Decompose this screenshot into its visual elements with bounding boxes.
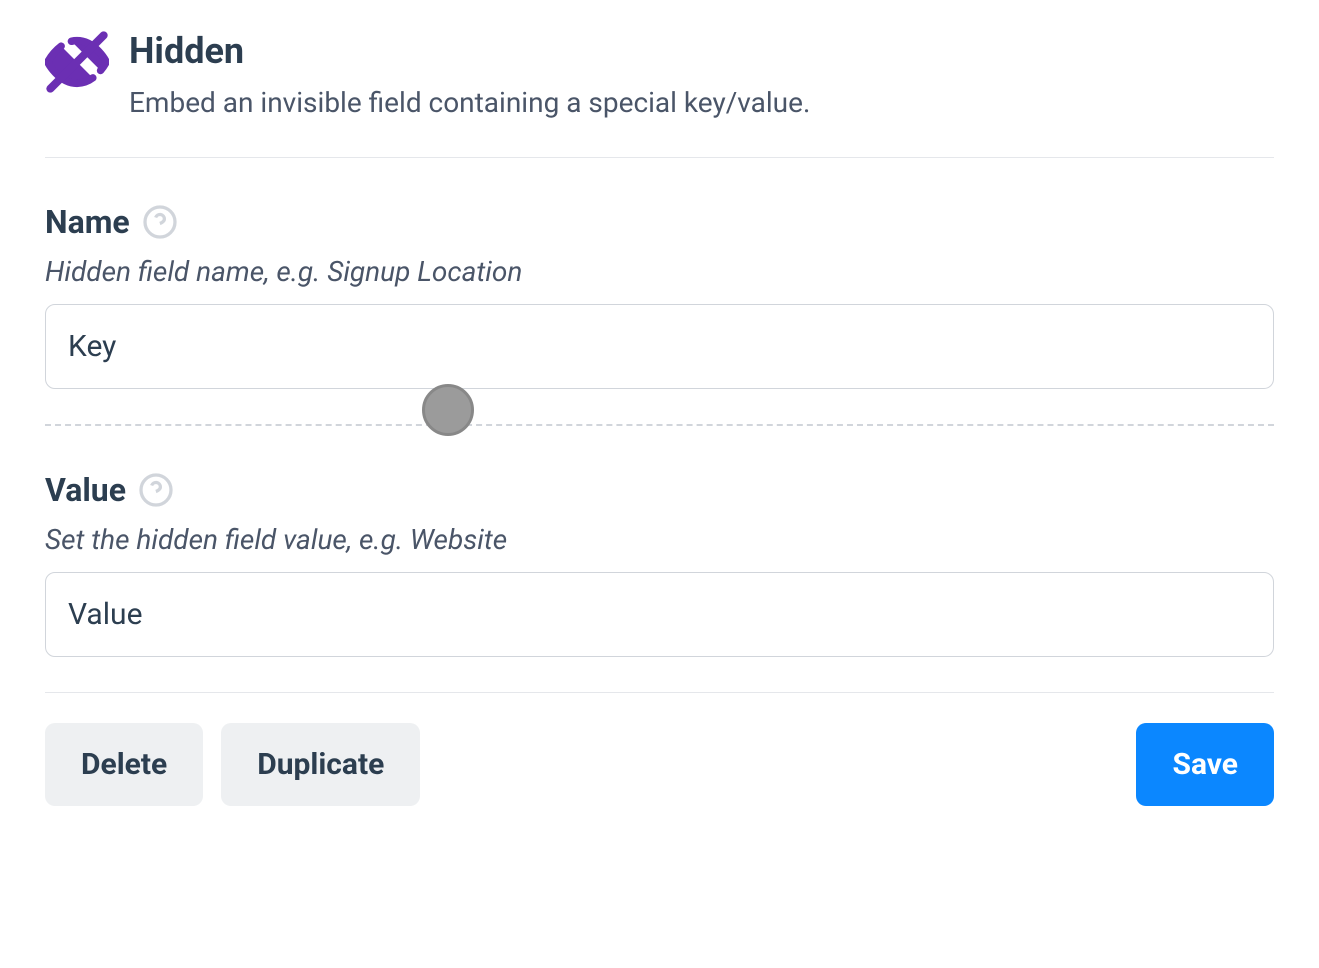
header-title: Hidden bbox=[129, 30, 1274, 73]
hidden-eye-icon bbox=[45, 30, 109, 94]
name-input[interactable] bbox=[45, 304, 1274, 389]
help-icon[interactable] bbox=[138, 472, 174, 508]
header-section: Hidden Embed an invisible field containi… bbox=[45, 30, 1274, 158]
name-label: Name bbox=[45, 203, 130, 241]
delete-button[interactable]: Delete bbox=[45, 723, 203, 806]
value-hint: Set the hidden field value, e.g. Website bbox=[45, 523, 1274, 556]
name-hint: Hidden field name, e.g. Signup Location bbox=[45, 255, 1274, 288]
header-description: Embed an invisible field containing a sp… bbox=[129, 83, 1274, 122]
value-input[interactable] bbox=[45, 572, 1274, 657]
value-field-section: Value Set the hidden field value, e.g. W… bbox=[45, 426, 1274, 692]
value-label-row: Value bbox=[45, 471, 1274, 509]
name-label-row: Name bbox=[45, 203, 1274, 241]
help-icon[interactable] bbox=[142, 204, 178, 240]
header-text: Hidden Embed an invisible field containi… bbox=[129, 30, 1274, 122]
value-label: Value bbox=[45, 471, 126, 509]
duplicate-button[interactable]: Duplicate bbox=[221, 723, 420, 806]
footer-actions: Delete Duplicate Save bbox=[45, 693, 1274, 806]
name-field-section: Name Hidden field name, e.g. Signup Loca… bbox=[45, 158, 1274, 424]
save-button[interactable]: Save bbox=[1136, 723, 1274, 806]
